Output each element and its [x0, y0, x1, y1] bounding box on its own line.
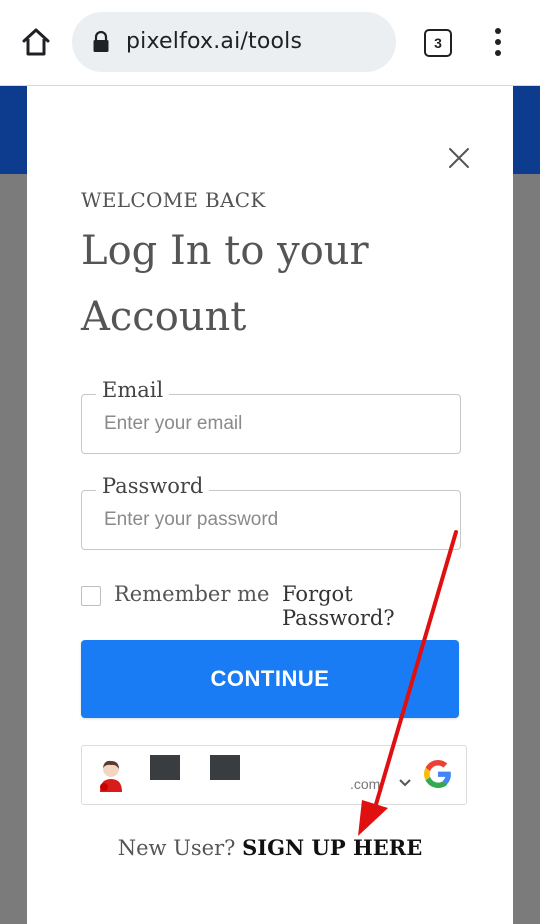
email-input[interactable] — [82, 395, 460, 453]
home-icon — [22, 28, 50, 56]
more-icon — [495, 28, 501, 34]
account-domain: .com — [350, 776, 381, 792]
google-icon — [424, 760, 451, 788]
remember-checkbox[interactable] — [81, 586, 101, 606]
lock-icon — [93, 31, 109, 52]
page-title: Log In to your Account — [81, 228, 369, 340]
login-modal: WELCOME BACK Log In to your Account Emai… — [27, 86, 513, 924]
tab-switcher-button[interactable]: 3 — [424, 29, 452, 57]
continue-button[interactable]: CONTINUE — [81, 640, 459, 718]
close-icon[interactable] — [447, 146, 471, 170]
avatar — [100, 760, 122, 792]
tabs-icon: 3 — [424, 29, 452, 57]
more-menu-button[interactable] — [488, 28, 508, 58]
signup-question: New User? — [117, 836, 236, 860]
password-field: Password — [81, 474, 461, 550]
remember-label[interactable]: Remember me — [114, 582, 269, 606]
redacted-name — [150, 755, 180, 780]
redacted-name — [210, 755, 240, 780]
email-field: Email — [81, 378, 461, 454]
browser-toolbar: pixelfox.ai/tools 3 — [0, 0, 540, 86]
url-text: pixelfox.ai/tools — [126, 29, 303, 54]
chevron-down-icon — [399, 779, 411, 787]
home-button[interactable] — [18, 24, 54, 60]
forgot-password-link[interactable]: Forgot Password? — [282, 582, 461, 630]
welcome-eyebrow: WELCOME BACK — [81, 188, 266, 212]
password-input[interactable] — [82, 491, 460, 549]
address-bar[interactable]: pixelfox.ai/tools — [72, 12, 396, 72]
signup-row: New User? SIGN UP HERE — [27, 835, 513, 860]
remember-row: Remember me Forgot Password? — [81, 582, 461, 630]
signup-link[interactable]: SIGN UP HERE — [242, 835, 422, 860]
google-signin-button[interactable]: .com — [81, 745, 467, 805]
